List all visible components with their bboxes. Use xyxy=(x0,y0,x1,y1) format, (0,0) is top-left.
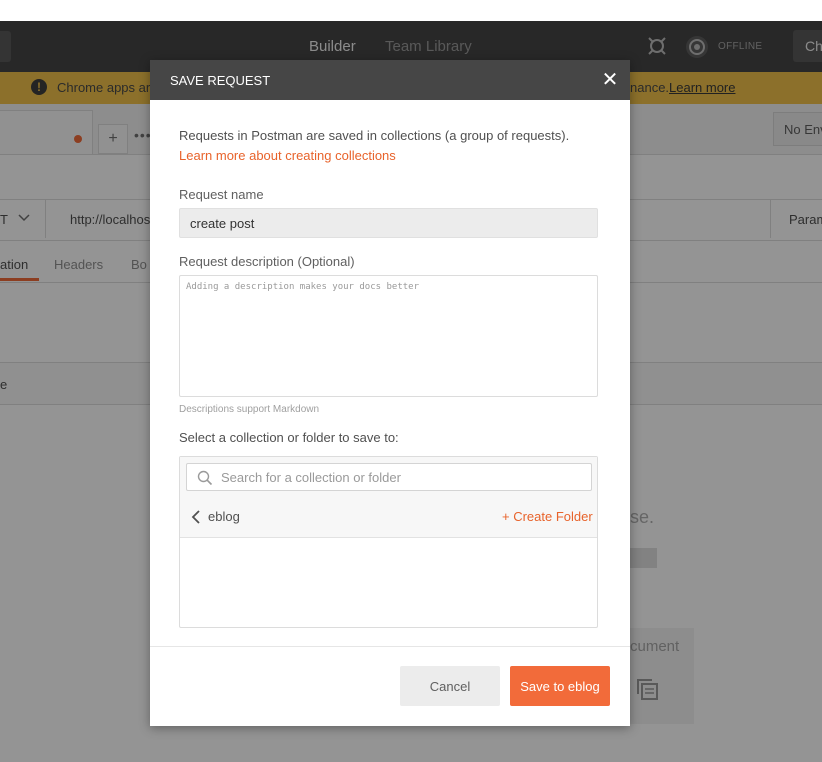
collection-picker: eblog + Create Folder xyxy=(179,456,598,628)
request-name-input[interactable] xyxy=(179,208,598,238)
close-icon[interactable]: ✕ xyxy=(600,70,620,90)
learn-collections-link[interactable]: Learn more about creating collections xyxy=(179,148,396,163)
folder-nav-row: eblog + Create Folder xyxy=(180,499,597,537)
markdown-support-note: Descriptions support Markdown xyxy=(179,404,320,415)
save-button[interactable]: Save to eblog xyxy=(510,666,610,706)
dialog-intro-text: Requests in Postman are saved in collect… xyxy=(179,128,570,143)
create-folder-button[interactable]: + Create Folder xyxy=(502,509,593,524)
save-request-dialog: SAVE REQUEST ✕ Requests in Postman are s… xyxy=(150,60,630,726)
dialog-footer-divider xyxy=(150,646,630,647)
cancel-button[interactable]: Cancel xyxy=(400,666,500,706)
collection-select-label: Select a collection or folder to save to… xyxy=(179,430,399,445)
dialog-title: SAVE REQUEST xyxy=(170,73,271,88)
collection-search-box xyxy=(186,463,592,491)
chevron-left-icon[interactable] xyxy=(190,510,202,524)
collection-picker-header: eblog + Create Folder xyxy=(180,457,597,538)
request-description-input[interactable] xyxy=(179,275,598,397)
current-folder-name: eblog xyxy=(208,509,240,524)
search-icon xyxy=(197,470,213,486)
request-description-label: Request description (Optional) xyxy=(179,254,355,269)
collection-search-input[interactable] xyxy=(221,466,581,488)
request-name-label: Request name xyxy=(179,187,264,202)
